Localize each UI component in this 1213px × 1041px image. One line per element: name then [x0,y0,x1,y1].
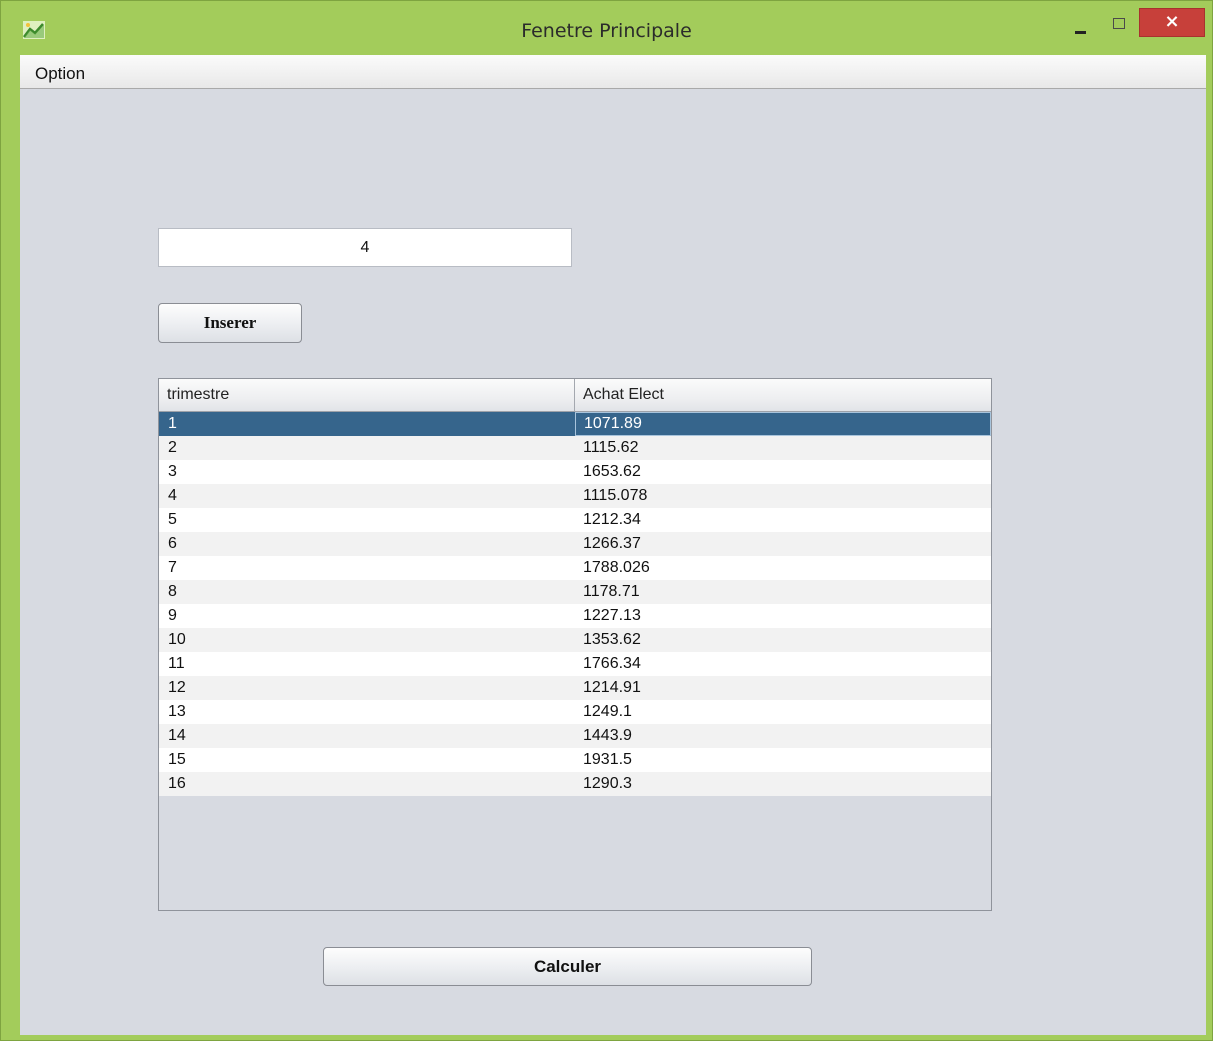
table-row[interactable]: 2 1115.62 [159,436,991,460]
cell-trimestre[interactable]: 13 [159,700,575,724]
cell-trimestre[interactable]: 8 [159,580,575,604]
cell-trimestre[interactable]: 5 [159,508,575,532]
cell-trimestre[interactable]: 12 [159,676,575,700]
cell-trimestre[interactable]: 14 [159,724,575,748]
cell-trimestre[interactable]: 3 [159,460,575,484]
menu-bar: Option [20,55,1206,89]
column-header-trimestre[interactable]: trimestre [159,379,575,411]
close-button[interactable]: × [1139,8,1205,37]
cell-achat-elect[interactable]: 1115.078 [575,484,991,508]
cell-trimestre[interactable]: 1 [159,412,575,436]
table-row[interactable]: 11 1766.34 [159,652,991,676]
title-bar[interactable]: Fenetre Principale × [1,1,1212,55]
table-row[interactable]: 3 1653.62 [159,460,991,484]
table-row[interactable]: 1 1071.89 [159,412,991,436]
cell-achat-elect[interactable]: 1443.9 [575,724,991,748]
table-row[interactable]: 8 1178.71 [159,580,991,604]
table-row[interactable]: 15 1931.5 [159,748,991,772]
cell-achat-elect[interactable]: 1653.62 [575,460,991,484]
close-icon: × [1164,11,1180,32]
cell-achat-elect[interactable]: 1266.37 [575,532,991,556]
table-row[interactable]: 4 1115.078 [159,484,991,508]
cell-achat-elect[interactable]: 1766.34 [575,652,991,676]
cell-trimestre[interactable]: 4 [159,484,575,508]
minimize-button[interactable] [1067,9,1097,39]
cell-trimestre[interactable]: 15 [159,748,575,772]
calculate-button[interactable]: Calculer [323,947,812,986]
cell-trimestre[interactable]: 9 [159,604,575,628]
maximize-button[interactable] [1105,9,1133,39]
table-row[interactable]: 10 1353.62 [159,628,991,652]
cell-trimestre[interactable]: 16 [159,772,575,796]
cell-achat-elect[interactable]: 1353.62 [575,628,991,652]
cell-achat-elect[interactable]: 1071.89 [575,412,991,436]
content-panel: Option 4 Inserer trimestre Achat Elect 1… [20,55,1206,1035]
cell-achat-elect[interactable]: 1788.026 [575,556,991,580]
table-row[interactable]: 5 1212.34 [159,508,991,532]
table-row[interactable]: 16 1290.3 [159,772,991,796]
cell-achat-elect[interactable]: 1290.3 [575,772,991,796]
cell-achat-elect[interactable]: 1249.1 [575,700,991,724]
cell-achat-elect[interactable]: 1115.62 [575,436,991,460]
table-row[interactable]: 7 1788.026 [159,556,991,580]
cell-trimestre[interactable]: 2 [159,436,575,460]
menu-option[interactable]: Option [35,64,85,84]
cell-trimestre[interactable]: 11 [159,652,575,676]
cell-achat-elect[interactable]: 1931.5 [575,748,991,772]
insert-button[interactable]: Inserer [158,303,302,343]
data-table: trimestre Achat Elect 1 1071.89 2 1115.62 … [158,378,992,911]
window-title: Fenetre Principale [521,20,692,42]
cell-achat-elect[interactable]: 1214.91 [575,676,991,700]
table-row[interactable]: 12 1214.91 [159,676,991,700]
table-row[interactable]: 6 1266.37 [159,532,991,556]
table-header: trimestre Achat Elect [159,379,991,412]
cell-achat-elect[interactable]: 1212.34 [575,508,991,532]
column-header-achat-elect[interactable]: Achat Elect [575,379,991,411]
table-row[interactable]: 13 1249.1 [159,700,991,724]
app-window: Fenetre Principale × Option 4 Inserer tr… [0,0,1213,1041]
cell-trimestre[interactable]: 6 [159,532,575,556]
cell-achat-elect[interactable]: 1227.13 [575,604,991,628]
table-row[interactable]: 14 1443.9 [159,724,991,748]
number-input[interactable]: 4 [158,228,572,267]
cell-trimestre[interactable]: 7 [159,556,575,580]
table-body: 1 1071.89 2 1115.62 3 1653.62 4 1115.078 5 12… [159,412,991,796]
cell-trimestre[interactable]: 10 [159,628,575,652]
table-row[interactable]: 9 1227.13 [159,604,991,628]
cell-achat-elect[interactable]: 1178.71 [575,580,991,604]
